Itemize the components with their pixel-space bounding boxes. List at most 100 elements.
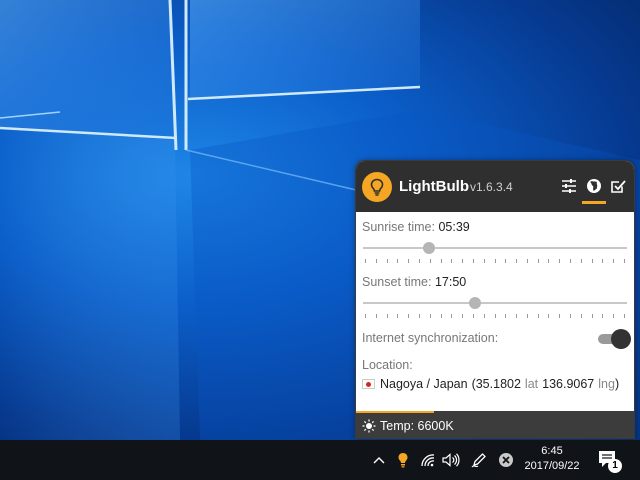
sunset-label: Sunset time:	[362, 275, 432, 289]
wifi-icon	[421, 454, 435, 467]
slider-tick	[441, 314, 442, 318]
slider-tick	[592, 259, 593, 263]
slider-tick	[376, 259, 377, 263]
slider-tick	[451, 314, 452, 318]
slider-tick	[376, 314, 377, 318]
popup-header: LightBulb v1.6.3.4	[356, 161, 634, 212]
slider-tick	[581, 259, 582, 263]
tray-close-button[interactable]	[496, 450, 516, 470]
taskbar: 6:45 2017/09/22 1	[0, 440, 640, 480]
slider-tick	[548, 259, 549, 263]
location-label: Location:	[362, 358, 413, 372]
slider-tick	[495, 259, 496, 263]
slider-track	[363, 302, 627, 304]
volume-button[interactable]	[441, 450, 461, 470]
slider-tick	[624, 259, 625, 263]
slider-tick	[516, 259, 517, 263]
longitude-value: 136.9067	[542, 377, 595, 391]
slider-tick	[462, 314, 463, 318]
close-circle-icon	[499, 453, 513, 467]
internet-sync-toggle[interactable]	[598, 329, 631, 349]
slider-tick	[505, 314, 506, 318]
slider-tick	[430, 314, 431, 318]
slider-tick	[602, 314, 603, 318]
slider-tick	[495, 314, 496, 318]
active-tab-indicator	[582, 201, 606, 204]
sun-icon	[362, 419, 376, 433]
slider-tick	[570, 314, 571, 318]
general-tab-button[interactable]	[609, 177, 627, 195]
slider-tick	[570, 259, 571, 263]
transition-progress-bar	[356, 411, 434, 413]
slider-tick	[365, 314, 366, 318]
slider-tick	[538, 259, 539, 263]
slider-tick	[473, 314, 474, 318]
sunrise-slider[interactable]	[363, 239, 627, 259]
internet-sync-label: Internet synchronization:	[362, 331, 499, 345]
slider-tick	[527, 314, 528, 318]
japan-flag-icon	[362, 379, 375, 389]
clock-date: 2017/09/22	[524, 460, 580, 472]
slider-tick	[516, 314, 517, 318]
chevron-up-icon	[373, 457, 385, 464]
windows-ink-button[interactable]	[469, 450, 489, 470]
lightbulb-logo-icon	[362, 172, 392, 202]
action-center-button[interactable]: 1	[596, 448, 624, 474]
slider-tick	[408, 259, 409, 263]
slider-tick	[559, 314, 560, 318]
location-tab-button[interactable]	[585, 177, 603, 195]
slider-tick	[441, 259, 442, 263]
slider-thumb[interactable]	[423, 242, 435, 254]
sliders-icon	[562, 179, 576, 193]
slider-tick	[484, 314, 485, 318]
slider-tick	[559, 259, 560, 263]
slider-tick	[408, 314, 409, 318]
slider-tick	[387, 259, 388, 263]
slider-tick	[624, 314, 625, 318]
volume-icon	[442, 453, 460, 467]
slider-tick	[430, 259, 431, 263]
globe-icon	[587, 179, 601, 193]
sunrise-slider-ticks	[365, 259, 625, 263]
slider-tick	[602, 259, 603, 263]
slider-tick	[592, 314, 593, 318]
network-button[interactable]	[418, 450, 438, 470]
slider-thumb[interactable]	[469, 297, 481, 309]
sunrise-label: Sunrise time:	[362, 220, 435, 234]
app-name: LightBulb	[399, 178, 469, 195]
app-version: v1.6.3.4	[470, 180, 513, 194]
slider-track	[363, 247, 627, 249]
latitude-value: 35.1802	[475, 377, 521, 391]
show-hidden-icons-button[interactable]	[369, 450, 389, 470]
slider-tick	[613, 259, 614, 263]
lightbulb-popup: LightBulb v1.6.3.4 Sunrise time: 05:39 S…	[355, 160, 635, 439]
popup-footer: Temp: 6600K	[356, 411, 634, 438]
sunset-row: Sunset time: 17:50	[362, 275, 466, 289]
close-paren: )	[614, 377, 620, 391]
slider-tick	[505, 259, 506, 263]
sunset-slider-ticks	[365, 314, 625, 318]
slider-tick	[387, 314, 388, 318]
city-country: Nagoya / Japan	[380, 377, 468, 391]
location-value[interactable]: Nagoya / Japan ( 35.1802 lat 136.9067 ln…	[362, 377, 619, 391]
slider-tick	[397, 259, 398, 263]
notification-count-badge: 1	[608, 459, 622, 473]
checkbox-icon	[611, 180, 626, 193]
slider-tick	[484, 259, 485, 263]
slider-tick	[462, 259, 463, 263]
clock-time: 6:45	[541, 445, 563, 457]
sunrise-row: Sunrise time: 05:39	[362, 220, 470, 234]
lightbulb-tray-button[interactable]	[393, 450, 413, 470]
sunset-value: 17:50	[434, 275, 467, 289]
latitude-unit: lat	[524, 377, 539, 391]
slider-tick	[473, 259, 474, 263]
slider-tick	[419, 314, 420, 318]
slider-tick	[527, 259, 528, 263]
sunset-slider[interactable]	[363, 294, 627, 314]
slider-tick	[451, 259, 452, 263]
slider-tick	[397, 314, 398, 318]
settings-tab-button[interactable]	[560, 177, 578, 195]
slider-tick	[538, 314, 539, 318]
taskbar-clock[interactable]: 6:45 2017/09/22	[516, 444, 588, 474]
lightbulb-icon	[398, 453, 408, 468]
